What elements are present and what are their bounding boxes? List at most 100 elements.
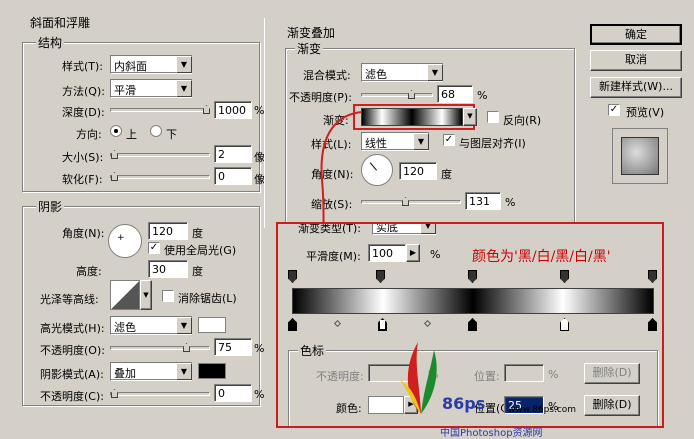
opacity-slider[interactable] bbox=[361, 90, 433, 99]
angle-unit: 度 bbox=[192, 227, 203, 240]
altitude-input[interactable]: 30 bbox=[148, 260, 188, 278]
chevron-down-icon: ▼ bbox=[413, 133, 429, 150]
scale-unit: % bbox=[505, 196, 516, 209]
highlight-color-swatch[interactable] bbox=[198, 317, 226, 333]
sh-opacity-input[interactable]: 0 bbox=[214, 384, 252, 402]
gradient-style-select[interactable]: 线性 ▼ bbox=[361, 132, 429, 151]
global-light-checkbox[interactable]: ✓ bbox=[148, 242, 160, 254]
blend-mode-value: 滤色 bbox=[365, 68, 387, 81]
hl-opacity-input[interactable]: 75 bbox=[214, 338, 252, 356]
gradient-angle-input[interactable]: 120 bbox=[399, 162, 437, 180]
size-slider[interactable] bbox=[110, 150, 210, 159]
watermark-caption: 中国Photoshop资源网 bbox=[440, 428, 543, 439]
gradient-preview[interactable] bbox=[361, 108, 463, 126]
direction-up-radio[interactable] bbox=[110, 125, 122, 137]
highlight-mode-value: 滤色 bbox=[114, 321, 136, 334]
stop-location-label: 位置: bbox=[474, 370, 500, 383]
opacity-stop[interactable] bbox=[288, 270, 297, 283]
style-preview-thumbnail bbox=[612, 128, 668, 184]
bevel-title: 斜面和浮雕 bbox=[28, 14, 93, 31]
smoothness-input[interactable]: 100 bbox=[368, 244, 406, 262]
delete-color-stop-button[interactable]: 删除(D) bbox=[584, 395, 640, 416]
preview-checkbox[interactable]: ✓ bbox=[608, 104, 620, 116]
gradient-type-select[interactable]: 实底 ▼ bbox=[372, 224, 436, 235]
direction-down-radio[interactable] bbox=[150, 125, 162, 137]
sh-opacity-slider[interactable] bbox=[110, 389, 210, 398]
method-value: 平滑 bbox=[114, 84, 136, 97]
gloss-contour-label: 光泽等高线: bbox=[40, 293, 99, 306]
opacity-stop[interactable] bbox=[468, 270, 477, 283]
angle-input[interactable]: 120 bbox=[148, 222, 188, 240]
chevron-down-icon: ▼ bbox=[176, 363, 192, 380]
gradient-overlay-title: 渐变叠加 bbox=[285, 24, 338, 41]
align-checkbox[interactable]: ✓ bbox=[443, 134, 455, 146]
smoothness-arrow-button[interactable]: ▶ bbox=[406, 244, 420, 262]
gradient-group-title: 渐变 bbox=[295, 40, 324, 57]
highlight-mode-select[interactable]: 滤色 ▼ bbox=[110, 316, 192, 335]
midpoint-diamond[interactable] bbox=[423, 319, 432, 328]
sh-opacity-unit: % bbox=[254, 388, 265, 401]
opacity-stop[interactable] bbox=[376, 270, 385, 283]
gradient-bar[interactable] bbox=[292, 288, 654, 314]
shadow-mode-select[interactable]: 叠加 ▼ bbox=[110, 362, 192, 381]
color-stop-white[interactable] bbox=[560, 318, 569, 331]
gradient-dropdown-button[interactable]: ▼ bbox=[463, 108, 477, 126]
scale-slider[interactable] bbox=[361, 197, 461, 206]
highlight-mode-label: 高光模式(H): bbox=[40, 322, 105, 335]
soften-input[interactable]: 0 bbox=[214, 167, 252, 185]
shadow-mode-value: 叠加 bbox=[114, 367, 136, 380]
color-stop-black[interactable] bbox=[288, 318, 297, 331]
preview-swatch bbox=[621, 137, 659, 175]
stop-color-label: 颜色: bbox=[336, 402, 362, 415]
altitude-label: 高度: bbox=[76, 265, 102, 278]
opacity-stop[interactable] bbox=[560, 270, 569, 283]
global-light-label: 使用全局光(G) bbox=[164, 244, 237, 257]
soften-label: 软化(F): bbox=[62, 173, 103, 186]
contour-dropdown-button[interactable]: ▼ bbox=[140, 280, 152, 310]
hl-opacity-unit: % bbox=[254, 342, 265, 355]
gloss-contour-thumbnail[interactable] bbox=[110, 280, 140, 310]
soften-slider[interactable] bbox=[110, 172, 210, 181]
new-style-button[interactable]: 新建样式(W)... bbox=[590, 77, 682, 98]
method-select[interactable]: 平滑 ▼ bbox=[110, 79, 192, 98]
angle-label: 角度(N): bbox=[62, 227, 105, 240]
sh-opacity-label: 不透明度(C): bbox=[40, 390, 104, 403]
blend-mode-label: 混合模式: bbox=[303, 69, 351, 82]
midpoint-diamond[interactable] bbox=[333, 319, 342, 328]
watermark-logo bbox=[396, 336, 446, 416]
opacity-input[interactable]: 68 bbox=[437, 85, 473, 103]
stop-location-unit: % bbox=[548, 368, 559, 381]
cancel-button[interactable]: 取消 bbox=[590, 50, 682, 71]
delete-opacity-stop-button: 删除(D) bbox=[584, 363, 640, 384]
opacity-stop[interactable] bbox=[648, 270, 657, 283]
angle-dial[interactable]: + bbox=[108, 224, 142, 258]
color-stop-black[interactable] bbox=[648, 318, 657, 331]
color-annotation: 颜色为'黑/白/黑/白/黑' bbox=[472, 249, 611, 265]
shadow-color-swatch[interactable] bbox=[198, 363, 226, 379]
opacity-unit: % bbox=[477, 89, 488, 102]
blend-mode-select[interactable]: 滤色 ▼ bbox=[361, 63, 443, 82]
size-input[interactable]: 2 bbox=[214, 145, 252, 163]
direction-up-label: 上 bbox=[126, 128, 137, 141]
reverse-checkbox[interactable] bbox=[487, 111, 499, 123]
style-select[interactable]: 内斜面 ▼ bbox=[110, 55, 192, 74]
ok-button[interactable]: 确定 bbox=[590, 24, 682, 45]
scale-input[interactable]: 131 bbox=[465, 192, 501, 210]
bevel-emboss-panel: 斜面和浮雕 结构 样式(T): 内斜面 ▼ 方法(Q): 平滑 ▼ 深度(D): 1… bbox=[0, 0, 265, 436]
depth-input[interactable]: 1000 bbox=[214, 101, 252, 119]
depth-unit: % bbox=[254, 104, 265, 117]
depth-label: 深度(D): bbox=[62, 106, 105, 119]
reverse-label: 反向(R) bbox=[503, 114, 542, 127]
structure-title: 结构 bbox=[36, 34, 65, 51]
hl-opacity-slider[interactable] bbox=[110, 343, 210, 352]
color-stop-black[interactable] bbox=[468, 318, 477, 331]
style-label: 样式(T): bbox=[62, 60, 104, 73]
watermark-url: www.86ps.com bbox=[508, 405, 577, 415]
depth-slider[interactable] bbox=[110, 105, 210, 114]
hl-opacity-label: 不透明度(O): bbox=[40, 344, 105, 357]
stop-opacity-label: 不透明度: bbox=[316, 370, 364, 383]
chevron-down-icon: ▼ bbox=[176, 56, 192, 73]
color-stop-white-selected[interactable] bbox=[378, 318, 387, 331]
chevron-down-icon: ▼ bbox=[427, 64, 443, 81]
antialias-checkbox[interactable] bbox=[162, 290, 174, 302]
